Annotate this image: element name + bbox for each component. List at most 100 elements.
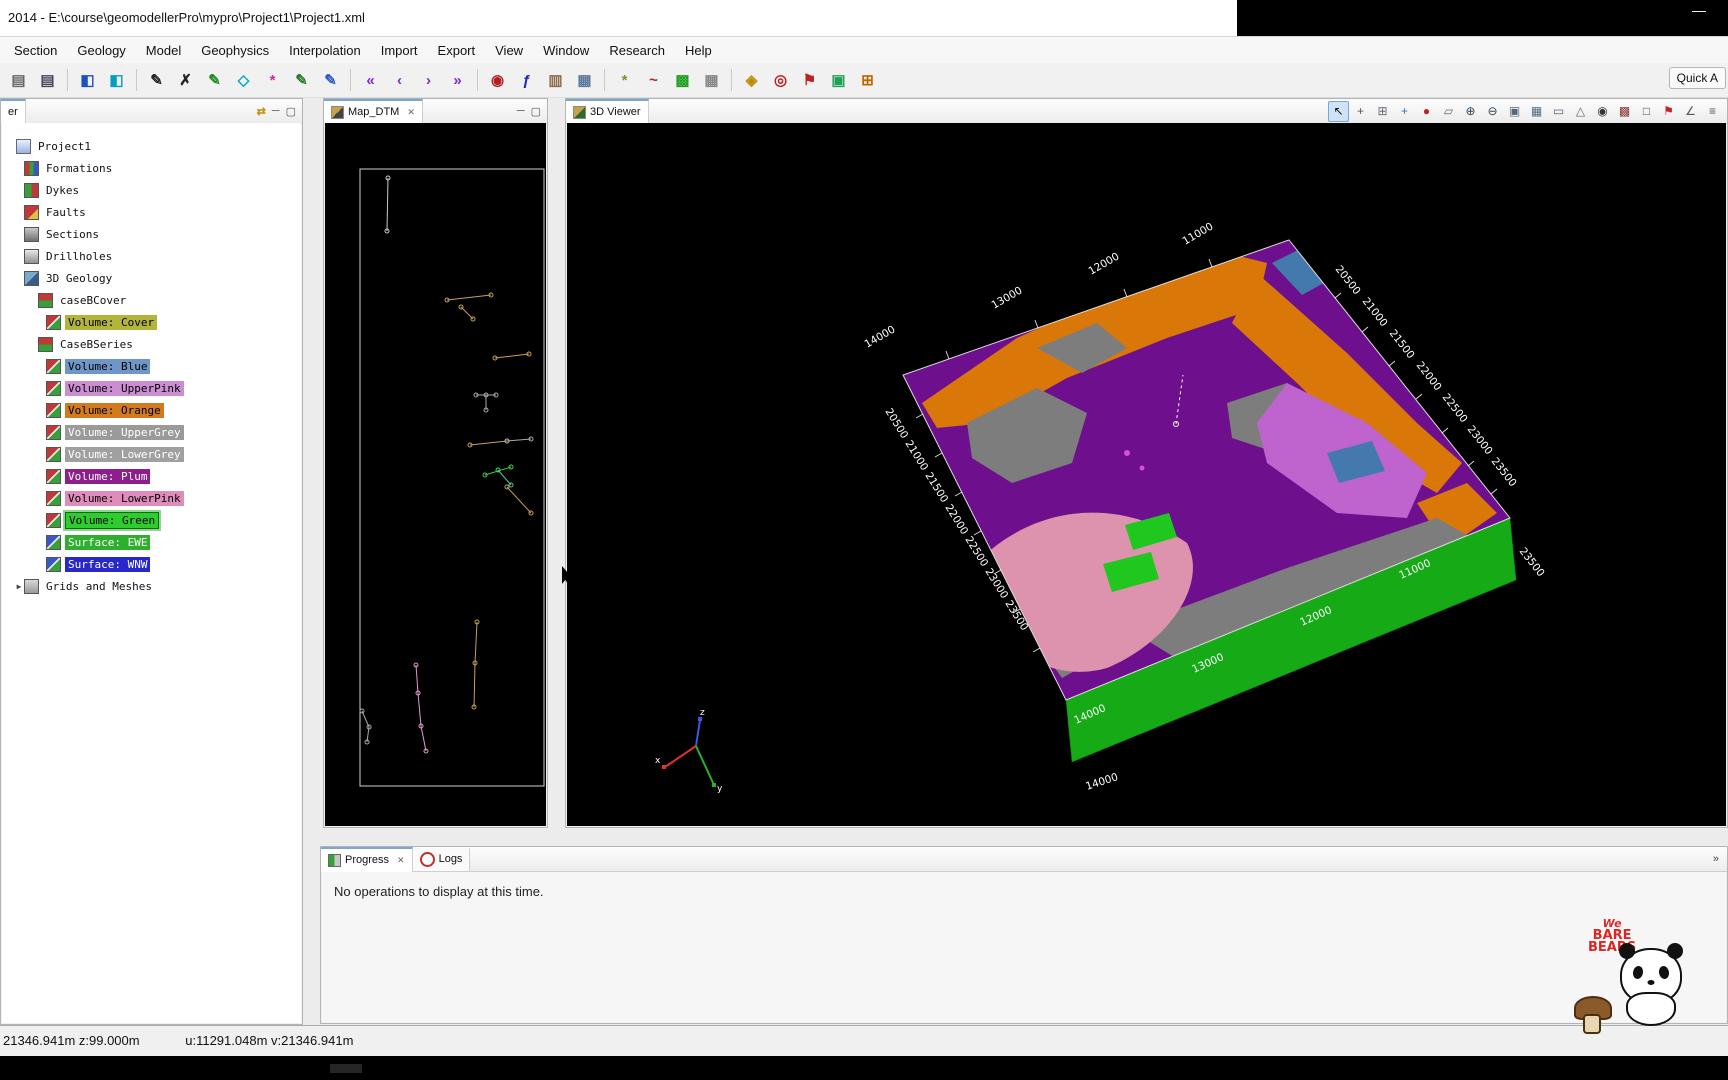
print-preview-icon[interactable]: ▤ <box>34 67 61 94</box>
tree-item-volume-lowergrey[interactable]: Volume: LowerGrey <box>2 443 301 465</box>
tree-item-volume-uppergrey[interactable]: Volume: UpperGrey <box>2 421 301 443</box>
viewport-icon[interactable]: ▭ <box>1548 101 1569 122</box>
menu-lines-icon[interactable]: ≡ <box>1702 101 1723 122</box>
previous-section-icon[interactable]: ‹ <box>386 67 413 94</box>
tree-item-surface-ewe[interactable]: Surface: EWE <box>2 531 301 553</box>
close-map-tab-icon[interactable]: ✕ <box>407 107 415 118</box>
angle-icon[interactable]: ∠ <box>1680 101 1701 122</box>
menu-item-view[interactable]: View <box>485 40 533 61</box>
section-view-alt-icon[interactable]: ◧ <box>103 67 130 94</box>
hash-grid-icon[interactable]: ⊞ <box>854 67 881 94</box>
tab-progress[interactable]: Progress ✕ <box>321 846 413 872</box>
image-grid-icon[interactable]: ▦ <box>698 67 725 94</box>
map-dtm-viewport[interactable] <box>325 123 546 826</box>
diamond-view-icon[interactable]: ◈ <box>738 67 765 94</box>
multi-digitize-icon[interactable]: ✎ <box>288 67 315 94</box>
map-dtm-tab[interactable]: Map_DTM ✕ <box>324 98 423 124</box>
tree-item-volume-orange[interactable]: Volume: Orange <box>2 399 301 421</box>
scene-3d[interactable]: 1400013000120001100020500210002150022000… <box>567 123 1726 827</box>
polygon-tool-icon[interactable]: ◇ <box>230 67 257 94</box>
select-arrow-icon[interactable]: ↖ <box>1328 100 1349 122</box>
globe-icon[interactable]: ◉ <box>484 67 511 94</box>
copy-view-icon[interactable]: ▣ <box>1504 101 1525 122</box>
menu-item-geology[interactable]: Geology <box>67 40 135 61</box>
menu-item-research[interactable]: Research <box>599 40 675 61</box>
triangle-mesh-icon[interactable]: △ <box>1570 101 1591 122</box>
notebook-icon[interactable]: ▦ <box>571 67 598 94</box>
delete-pen-icon[interactable]: ✗ <box>172 67 199 94</box>
menu-item-interpolation[interactable]: Interpolation <box>279 40 371 61</box>
quick-access-button[interactable]: Quick A <box>1668 67 1726 89</box>
screen-capture-icon[interactable]: ▣ <box>825 67 852 94</box>
signal-wave-icon[interactable]: ~ <box>640 67 667 94</box>
tree-item-volume-green[interactable]: Volume: Green <box>2 509 301 531</box>
tree-item-volume-lowerpink[interactable]: Volume: LowerPink <box>2 487 301 509</box>
menu-item-window[interactable]: Window <box>533 40 599 61</box>
menu-item-export[interactable]: Export <box>428 40 486 61</box>
tree-item-drillholes[interactable]: Drillholes <box>2 245 301 267</box>
tree-item-3d-geology[interactable]: 3D Geology <box>2 267 301 289</box>
tab-logs[interactable]: Logs <box>412 847 471 871</box>
grid-icon[interactable]: ⊞ <box>1372 101 1393 122</box>
pan-hand-icon[interactable]: + <box>1350 101 1371 122</box>
tree-item-faults[interactable]: Faults <box>2 201 301 223</box>
maximize-panel-button[interactable]: ▢ <box>531 105 541 118</box>
title-bar[interactable]: 2014 - E:\course\geomodellerPro\mypro\Pr… <box>0 0 1728 37</box>
annotate-pen-icon[interactable]: ✎ <box>317 67 344 94</box>
map-dtm-canvas[interactable] <box>325 123 546 827</box>
slice-plane-icon[interactable]: ▱ <box>1438 101 1459 122</box>
minimize-window-button[interactable]: — <box>1692 2 1706 18</box>
explorer-tab-label: er <box>8 106 18 118</box>
digitize-pen-icon[interactable]: ✎ <box>143 67 170 94</box>
tree-item-sections[interactable]: Sections <box>2 223 301 245</box>
section-view-icon[interactable]: ◧ <box>74 67 101 94</box>
next-section-icon[interactable]: › <box>415 67 442 94</box>
close-progress-tab-icon[interactable]: ✕ <box>397 855 405 866</box>
render-icon[interactable]: ▩ <box>1614 101 1635 122</box>
minimize-panel-button[interactable]: ─ <box>517 105 525 118</box>
tree-item-volume-blue[interactable]: Volume: Blue <box>2 355 301 377</box>
tree-expander-icon[interactable]: ▶ <box>14 582 24 591</box>
first-section-icon[interactable]: « <box>357 67 384 94</box>
tree-item-casebseries[interactable]: CaseBSeries <box>2 333 301 355</box>
tree-item-formations[interactable]: Formations <box>2 157 301 179</box>
viewer-3d-tab[interactable]: 3D Viewer <box>566 98 649 124</box>
tree-item-dykes[interactable]: Dykes <box>2 179 301 201</box>
create-pen-icon[interactable]: ✎ <box>201 67 228 94</box>
menu-item-help[interactable]: Help <box>675 40 722 61</box>
mesh-icon[interactable]: ▦ <box>1526 101 1547 122</box>
formula-icon[interactable]: ƒ <box>513 67 540 94</box>
last-section-icon[interactable]: » <box>444 67 471 94</box>
flag-icon[interactable]: ⚑ <box>796 67 823 94</box>
view-menu-chevron-icon[interactable]: » <box>1713 853 1727 865</box>
menu-item-section[interactable]: Section <box>4 40 67 61</box>
viewer-3d-viewport[interactable]: 14000 13000 12000 11000 20500 21000 21500 22000… <box>567 123 1726 826</box>
tree-item-project1[interactable]: Project1 <box>2 135 301 157</box>
minimize-panel-button[interactable]: ─ <box>272 105 280 118</box>
green-image-icon[interactable]: ▩ <box>669 67 696 94</box>
link-with-editor-icon[interactable]: ⇄ <box>257 105 266 118</box>
menu-item-import[interactable]: Import <box>371 40 428 61</box>
spray-tool-icon[interactable]: * <box>259 67 286 94</box>
tree-item-volume-cover[interactable]: Volume: Cover <box>2 311 301 333</box>
menu-item-geophysics[interactable]: Geophysics <box>191 40 279 61</box>
print-icon[interactable]: ▤ <box>5 67 32 94</box>
tree-item-surface-wnw[interactable]: Surface: WNW <box>2 553 301 575</box>
record-dot-icon[interactable]: ● <box>1416 101 1437 122</box>
maximize-panel-button[interactable]: ▢ <box>286 105 296 118</box>
crosshair-icon[interactable]: + <box>1394 101 1415 122</box>
tree-item-casebcover[interactable]: caseBCover <box>2 289 301 311</box>
settings-gears-icon[interactable]: * <box>611 67 638 94</box>
bounds-icon[interactable]: □ <box>1636 101 1657 122</box>
flag-marker-icon[interactable]: ⚑ <box>1658 101 1679 122</box>
tree-item-grids-and-meshes[interactable]: ▶ Grids and Meshes <box>2 575 301 597</box>
tree-item-volume-upperpink[interactable]: Volume: UpperPink <box>2 377 301 399</box>
column-view-icon[interactable]: ▥ <box>542 67 569 94</box>
target-icon[interactable]: ◎ <box>767 67 794 94</box>
tree-item-volume-plum[interactable]: Volume: Plum <box>2 465 301 487</box>
zoom-out-icon[interactable]: ⊖ <box>1482 101 1503 122</box>
zoom-in-icon[interactable]: ⊕ <box>1460 101 1481 122</box>
explorer-tab[interactable]: er <box>1 98 26 124</box>
orbit-icon[interactable]: ◉ <box>1592 101 1613 122</box>
menu-item-model[interactable]: Model <box>136 40 191 61</box>
